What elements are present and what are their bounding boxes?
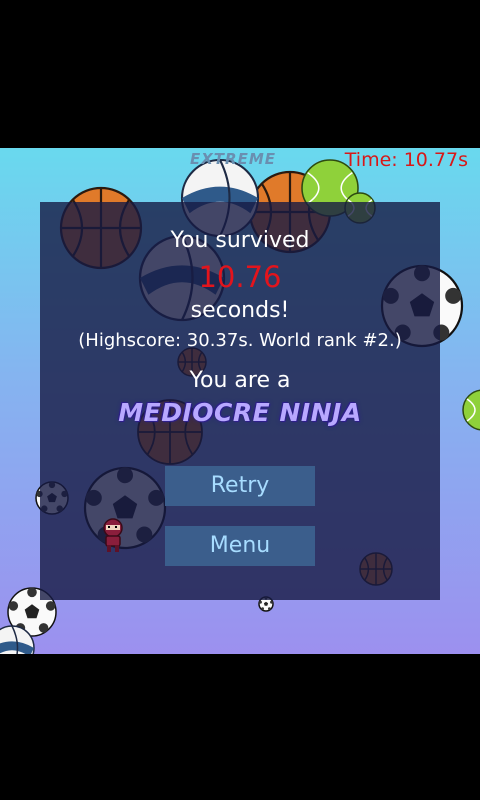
- game-screen: EXTREME Time: 10.77s You survived 10.76 …: [0, 148, 480, 654]
- retry-button[interactable]: Retry: [165, 466, 315, 506]
- seconds-label: seconds!: [190, 298, 290, 323]
- survival-time-value: 10.76: [198, 260, 282, 294]
- difficulty-label: EXTREME: [190, 150, 277, 168]
- you-are-label: You are a: [189, 368, 291, 393]
- ninja-character: [103, 518, 123, 552]
- tennis-ball: [462, 389, 480, 431]
- result-panel: You survived 10.76 seconds! (Highscore: …: [40, 202, 440, 600]
- survived-label: You survived: [170, 228, 310, 253]
- highscore-text: (Highscore: 30.37s. World rank #2.): [78, 330, 402, 351]
- timer-label: Time: 10.77s: [344, 149, 468, 171]
- menu-button[interactable]: Menu: [165, 526, 315, 566]
- rank-title: MEDIOCRE NINJA: [118, 398, 362, 427]
